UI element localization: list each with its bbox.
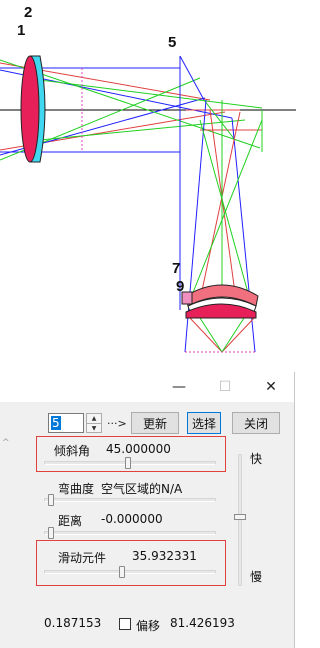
- speed-slow-label: 慢: [250, 570, 263, 584]
- sliding-element-label: 滑动元件: [58, 551, 107, 565]
- sliding-element-slider-thumb[interactable]: [119, 566, 126, 578]
- collapse-caret-icon: ^: [2, 438, 10, 448]
- tilt-angle-slider-thumb[interactable]: [125, 457, 132, 469]
- ray-red: [189, 317, 223, 353]
- ray-green: [189, 119, 263, 301]
- dialog-titlebar: — ☐ ✕: [0, 372, 294, 402]
- arrow-indicator: ···>: [107, 417, 127, 430]
- optical-layout-viewport[interactable]: 2 1 5 7 9: [0, 0, 296, 372]
- curvature-slider[interactable]: [44, 498, 216, 502]
- distance-value: -0.000000: [101, 512, 163, 526]
- surface-number-value: 5: [51, 416, 61, 430]
- right-readout: 81.426193: [170, 616, 235, 630]
- ray-red: [221, 317, 255, 353]
- ray-green: [221, 317, 245, 353]
- element-label-1: 1: [17, 22, 26, 39]
- distance-label: 距离: [58, 514, 83, 528]
- lens-element-1: [20, 55, 40, 163]
- element-label-7: 7: [172, 260, 181, 277]
- select-button[interactable]: 选择: [187, 412, 221, 434]
- close-button[interactable]: 关闭: [232, 412, 280, 434]
- spin-down-icon[interactable]: ▼: [87, 424, 101, 433]
- sliding-element-value: 35.932331: [132, 549, 197, 563]
- left-readout: 0.187153: [44, 616, 102, 630]
- maximize-button[interactable]: ☐: [202, 372, 248, 402]
- surface-number-input[interactable]: 5: [48, 413, 84, 433]
- sliding-element-slider[interactable]: [44, 570, 216, 574]
- ray-trace-diagram: [0, 55, 296, 353]
- tilt-dialog: — ☐ ✕ ^ 5 ▲ ▼ ···> 更新 选择 关闭 倾斜角 45.00000…: [0, 372, 295, 648]
- close-window-button[interactable]: ✕: [248, 372, 294, 402]
- element-label-5: 5: [168, 34, 177, 51]
- curvature-slider-thumb[interactable]: [48, 494, 54, 506]
- offset-label: 偏移: [136, 619, 161, 633]
- speed-slider[interactable]: [238, 454, 242, 586]
- element-label-9: 9: [176, 278, 185, 295]
- tilt-angle-value: 45.000000: [106, 442, 171, 456]
- update-button[interactable]: 更新: [131, 412, 179, 434]
- speed-slider-thumb[interactable]: [234, 514, 246, 520]
- ray-blue: [179, 55, 205, 101]
- distance-slider-thumb[interactable]: [48, 527, 54, 539]
- speed-fast-label: 快: [250, 452, 263, 466]
- ray-green: [199, 119, 251, 301]
- distance-slider[interactable]: [44, 531, 216, 535]
- curvature-value: 空气区域的N/A: [101, 482, 183, 496]
- surface-number-spinner[interactable]: ▲ ▼: [86, 413, 102, 433]
- minimize-button[interactable]: —: [156, 372, 202, 402]
- ray-green: [199, 317, 223, 353]
- offset-checkbox[interactable]: [119, 618, 131, 630]
- ray-green: [39, 79, 263, 109]
- spin-up-icon[interactable]: ▲: [87, 414, 101, 424]
- tilt-angle-label: 倾斜角: [54, 444, 91, 458]
- curvature-label: 弯曲度: [58, 482, 95, 496]
- element-label-2: 2: [24, 4, 33, 21]
